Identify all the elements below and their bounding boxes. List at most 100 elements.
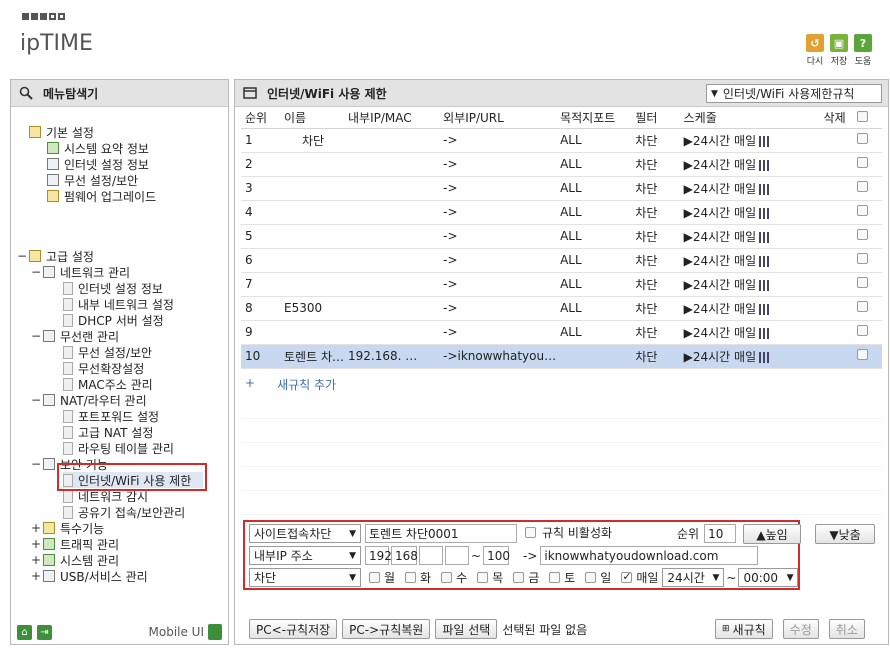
expand-icon[interactable]: + bbox=[31, 553, 41, 567]
exit-icon[interactable]: ⇥ bbox=[37, 624, 52, 640]
row-checkbox[interactable] bbox=[856, 157, 868, 168]
day-sat[interactable]: 토 bbox=[549, 569, 575, 586]
row-checkbox[interactable] bbox=[856, 301, 868, 312]
day-wed[interactable]: 수 bbox=[441, 569, 467, 586]
row-checkbox[interactable] bbox=[856, 181, 868, 192]
day-thu[interactable]: 목 bbox=[477, 569, 503, 586]
add-rule-link[interactable]: + 새규칙 추가 bbox=[245, 376, 336, 393]
time-select[interactable]: 00:00 ▼ bbox=[738, 568, 799, 587]
disable-rule-checkbox[interactable] bbox=[525, 527, 536, 538]
save-rules-to-pc-button[interactable]: PC<-규칙저장 bbox=[249, 619, 338, 639]
url-input[interactable]: iknowwhatyoudownload.com bbox=[540, 546, 759, 565]
day-checkbox[interactable] bbox=[585, 572, 597, 583]
cell-checkbox[interactable] bbox=[852, 320, 882, 345]
row-checkbox[interactable] bbox=[856, 277, 868, 288]
collapse-icon[interactable]: − bbox=[31, 393, 41, 407]
modify-button[interactable]: 수정 bbox=[782, 619, 819, 639]
tree-advanced-settings[interactable]: − 고급 설정 bbox=[17, 248, 94, 264]
tree-item-internet-info[interactable]: 인터넷 설정 정보 bbox=[47, 156, 149, 172]
tree-system[interactable]: + 시스템 관리 bbox=[31, 552, 119, 568]
rank-input[interactable]: 10 bbox=[704, 524, 737, 543]
day-fri[interactable]: 금 bbox=[513, 569, 539, 586]
day-mon[interactable]: 월 bbox=[369, 569, 395, 586]
table-row[interactable]: 10 토렌트 차… 192.168. … ->iknowwhatyou… 차단 ▶24시간… bbox=[241, 344, 882, 369]
tree-special[interactable]: + 특수기능 bbox=[31, 520, 104, 536]
tree-item-system-summary[interactable]: 시스템 요약 정보 bbox=[47, 140, 149, 156]
choose-file-button[interactable]: 파일 선택 bbox=[435, 619, 498, 639]
ip-octet-4[interactable] bbox=[445, 546, 469, 565]
tree-usb[interactable]: + USB/서비스 관리 bbox=[31, 568, 148, 584]
row-checkbox[interactable] bbox=[856, 229, 868, 240]
expand-icon[interactable]: + bbox=[31, 569, 41, 583]
cell-checkbox[interactable] bbox=[852, 224, 882, 249]
tree-item-portforward[interactable]: 포트포워드 설정 bbox=[63, 408, 159, 424]
table-row[interactable]: 3 -> ALL 차단 ▶24시간 매일 bbox=[241, 176, 882, 201]
expand-icon[interactable]: + bbox=[31, 521, 41, 535]
everyday-checkbox[interactable] bbox=[621, 570, 633, 583]
save-button[interactable]: ▣ 저장 bbox=[830, 34, 848, 67]
table-row[interactable]: 5 -> ALL 차단 ▶24시간 매일 bbox=[241, 224, 882, 249]
home-icon[interactable]: ⌂ bbox=[17, 624, 32, 640]
table-row[interactable]: 8 E5300 -> ALL 차단 ▶24시간 매일 bbox=[241, 296, 882, 321]
table-row[interactable]: 9 -> ALL 차단 ▶24시간 매일 bbox=[241, 320, 882, 345]
collapse-icon[interactable]: − bbox=[31, 265, 41, 279]
tree-item-wl-extend[interactable]: 무선확장설정 bbox=[63, 360, 144, 376]
tree-item-net-internet[interactable]: 인터넷 설정 정보 bbox=[63, 280, 163, 296]
tree-item-router-access[interactable]: 공유기 접속/보안관리 bbox=[63, 504, 185, 520]
mobile-ui-link[interactable]: Mobile UI bbox=[149, 625, 205, 639]
collapse-icon[interactable]: − bbox=[31, 457, 41, 471]
tree-network[interactable]: − 네트워크 관리 bbox=[31, 264, 130, 280]
tree-item-net-dhcp[interactable]: DHCP 서버 설정 bbox=[63, 312, 164, 328]
tree-item-wl-settings[interactable]: 무선 설정/보안 bbox=[63, 344, 152, 360]
row-checkbox[interactable] bbox=[856, 325, 868, 336]
select-all-checkbox[interactable] bbox=[856, 110, 868, 122]
cancel-button[interactable]: 취소 bbox=[828, 619, 865, 639]
cell-checkbox[interactable] bbox=[852, 152, 882, 177]
day-sun[interactable]: 일 bbox=[585, 569, 611, 586]
cell-checkbox[interactable] bbox=[852, 176, 882, 201]
tree-traffic[interactable]: + 트래픽 관리 bbox=[31, 536, 119, 552]
rule-type-select[interactable]: ▼ 인터넷/WiFi 사용제한규칙 bbox=[706, 84, 882, 103]
ip-octet-2[interactable]: 168 bbox=[391, 546, 418, 565]
ip-end-input[interactable]: 100 bbox=[483, 546, 510, 565]
table-row[interactable]: 4 -> ALL 차단 ▶24시간 매일 bbox=[241, 200, 882, 225]
ip-octet-3[interactable] bbox=[419, 546, 443, 565]
cell-checkbox[interactable] bbox=[852, 128, 882, 153]
day-everyday[interactable]: 매일 bbox=[621, 569, 658, 586]
filter-type-select[interactable]: 사이트접속차단 ▼ bbox=[249, 524, 361, 543]
expand-icon[interactable]: + bbox=[31, 537, 41, 551]
day-checkbox[interactable] bbox=[369, 572, 380, 583]
cell-checkbox[interactable] bbox=[852, 344, 882, 369]
day-tue[interactable]: 화 bbox=[405, 569, 431, 586]
col-select-all[interactable] bbox=[852, 108, 882, 129]
collapse-icon[interactable]: − bbox=[17, 249, 27, 263]
day-checkbox[interactable] bbox=[441, 572, 453, 583]
row-checkbox[interactable] bbox=[856, 349, 868, 360]
collapse-icon[interactable]: − bbox=[31, 329, 41, 343]
tree-item-wl-mac[interactable]: MAC주소 관리 bbox=[63, 376, 153, 392]
tree-wireless[interactable]: − 무선랜 관리 bbox=[31, 328, 119, 344]
restore-rules-from-pc-button[interactable]: PC->규칙복원 bbox=[342, 619, 431, 639]
tree-item-firmware[interactable]: 펌웨어 업그레이드 bbox=[47, 188, 156, 204]
cell-checkbox[interactable] bbox=[852, 200, 882, 225]
row-checkbox[interactable] bbox=[856, 205, 868, 216]
table-row[interactable]: 2 -> ALL 차단 ▶24시간 매일 bbox=[241, 152, 882, 177]
row-checkbox[interactable] bbox=[856, 253, 868, 264]
tree-item-wireless[interactable]: 무선 설정/보안 bbox=[47, 172, 138, 188]
tree-basic-settings[interactable]: 기본 설정 bbox=[29, 124, 94, 140]
day-checkbox[interactable] bbox=[549, 572, 561, 583]
day-checkbox[interactable] bbox=[405, 572, 417, 583]
new-rule-button[interactable]: ⊞ 새규칙 bbox=[715, 619, 773, 639]
lower-button[interactable]: ▼낮춤 bbox=[815, 524, 875, 544]
action-select[interactable]: 차단 ▼ bbox=[249, 568, 361, 587]
cell-checkbox[interactable] bbox=[852, 248, 882, 273]
cell-checkbox[interactable] bbox=[852, 296, 882, 321]
source-type-select[interactable]: 내부IP 주소 ▼ bbox=[249, 546, 361, 565]
refresh-button[interactable]: ↺ 다시 bbox=[806, 34, 824, 67]
raise-button[interactable]: ▲높임 bbox=[743, 524, 801, 544]
row-checkbox[interactable] bbox=[856, 133, 868, 144]
tree-item-adv-nat[interactable]: 고급 NAT 설정 bbox=[63, 424, 153, 440]
table-row[interactable]: 1 차단 -> ALL 차단 ▶24시간 매일 bbox=[241, 128, 882, 153]
table-row[interactable]: 6 -> ALL 차단 ▶24시간 매일 bbox=[241, 248, 882, 273]
tree-nat[interactable]: − NAT/라우터 관리 bbox=[31, 392, 147, 408]
